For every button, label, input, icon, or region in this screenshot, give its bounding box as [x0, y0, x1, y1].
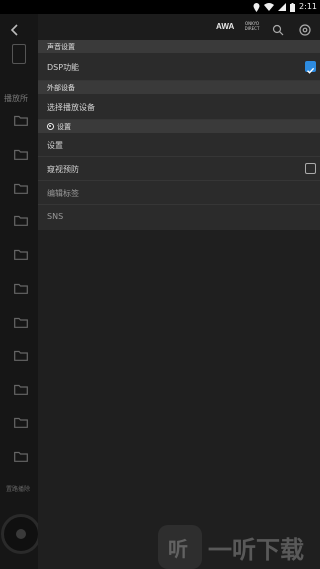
folder-icon[interactable]: [14, 111, 28, 126]
phone-device-icon[interactable]: [12, 44, 26, 64]
folder-icon[interactable]: [14, 413, 28, 428]
watermark: 听 一听下载: [158, 525, 304, 569]
sns-label: SNS: [47, 212, 64, 221]
menu-item-peep-prevention[interactable]: 窥视预防: [38, 157, 320, 181]
status-bar: 2:11: [0, 0, 320, 14]
watermark-logo: 听: [158, 525, 202, 569]
menu-item-settings[interactable]: 设置: [38, 133, 320, 157]
search-button[interactable]: [272, 21, 284, 36]
folder-icon[interactable]: [14, 380, 28, 395]
folder-icon[interactable]: [14, 145, 28, 160]
toolbar: AWA ONKYO DIRECT: [38, 14, 320, 42]
settings-menu: 声音设置 DSP功能 外部设备 选择播放设备 设置 设置 窥视预防 编辑标签 S…: [38, 40, 320, 230]
watermark-text: 一听下载: [208, 535, 304, 564]
onkyo-direct-logo[interactable]: ONKYO DIRECT: [242, 21, 262, 31]
folder-icon[interactable]: [14, 313, 28, 328]
back-button[interactable]: [7, 22, 23, 38]
menu-item-dsp[interactable]: DSP功能: [38, 53, 320, 81]
dsp-checkbox[interactable]: [305, 61, 316, 74]
onkyo-logo-line2: DIRECT: [244, 26, 260, 31]
folder-icon[interactable]: [14, 279, 28, 294]
peep-prevention-checkbox[interactable]: [305, 163, 316, 174]
section-header-settings: 设置: [38, 120, 320, 133]
battery-icon: [290, 2, 296, 12]
signal-icon: [278, 3, 287, 11]
sidebar: 播放所 置路播除: [0, 14, 38, 569]
select-device-label: 选择播放设备: [47, 103, 95, 112]
clock-text: 2:11: [299, 2, 317, 11]
watermark-logo-char: 听: [168, 537, 188, 561]
sidebar-bottom-label: 置路播除: [6, 486, 31, 493]
settings-label: 设置: [47, 141, 63, 150]
section-settings-label: 设置: [57, 123, 71, 131]
menu-item-select-device[interactable]: 选择播放设备: [38, 94, 320, 120]
radio-icon: [47, 123, 54, 130]
edit-tags-label: 编辑标签: [47, 189, 79, 198]
search-icon: [272, 24, 284, 36]
folder-icon[interactable]: [14, 211, 28, 226]
gear-icon: [299, 24, 311, 36]
folder-icon[interactable]: [14, 245, 28, 260]
menu-item-edit-tags[interactable]: 编辑标签: [38, 181, 320, 205]
section-header-sound: 声音设置: [38, 40, 320, 53]
now-playing-disc[interactable]: [1, 514, 41, 554]
peep-prevention-label: 窥视预防: [47, 165, 79, 174]
section-sound-label: 声音设置: [47, 43, 75, 51]
awa-logo[interactable]: AWA: [216, 22, 234, 31]
location-icon: [253, 2, 260, 12]
folder-icon[interactable]: [14, 447, 28, 462]
menu-item-sns[interactable]: SNS: [38, 205, 320, 230]
folder-icon[interactable]: [14, 179, 28, 194]
dsp-label: DSP功能: [47, 63, 80, 72]
chevron-left-icon: [10, 24, 18, 36]
folder-icon[interactable]: [14, 346, 28, 361]
status-icons: 2:11: [253, 1, 317, 13]
settings-button[interactable]: [299, 21, 311, 36]
section-external-label: 外部设备: [47, 84, 75, 92]
checkmark-icon: [307, 67, 315, 74]
wifi-icon: [264, 3, 275, 11]
section-header-external: 外部设备: [38, 81, 320, 94]
sidebar-playlist-label: 播放所: [4, 94, 28, 103]
